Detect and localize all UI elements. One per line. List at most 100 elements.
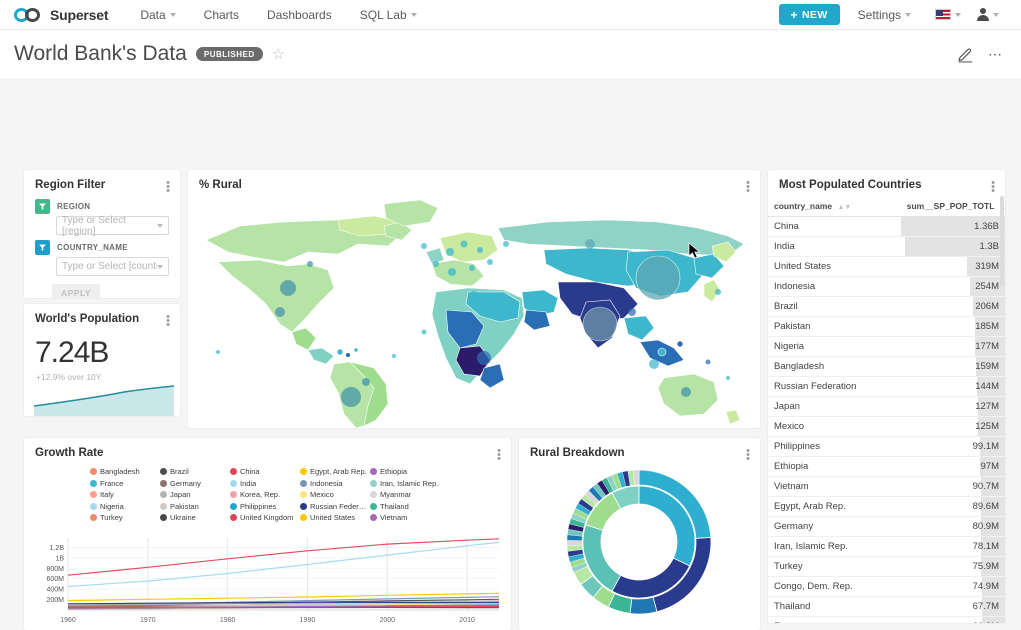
cell-country: Russian Federation [768, 376, 901, 397]
most-populated-countries-card: Most Populated Countries • • • country_nam… [768, 170, 1005, 623]
table-row[interactable]: Japan 127M [768, 396, 1005, 417]
svg-text:600M: 600M [46, 576, 64, 583]
legend-item[interactable]: Vietnam [370, 513, 440, 522]
country-select-input[interactable]: Type or Select [country_name] [56, 257, 169, 276]
table-row[interactable]: China 1.36B [768, 216, 1005, 237]
cell-country: Germany [768, 516, 901, 537]
table-row[interactable]: Philippines 99.1M [768, 436, 1005, 457]
legend-item[interactable]: Indonesia [300, 479, 370, 488]
table-row[interactable]: Bangladesh 159M [768, 356, 1005, 377]
svg-text:1980: 1980 [220, 617, 236, 624]
table-row[interactable]: Russian Federation 144M [768, 376, 1005, 397]
legend-item[interactable]: Mexico [300, 490, 370, 499]
growth-line-chart: 1960 1970 1980 1990 2000 2010 200M 400M 600M 800M… [46, 538, 500, 624]
table-scroll-area[interactable]: country_name ▲▼ sum__SP_POP_TOTL ▲▼ Chin… [768, 197, 1005, 623]
legend-item[interactable]: Egypt, Arab Rep. [300, 467, 370, 476]
pencil-edit-icon[interactable] [957, 46, 974, 63]
legend-item[interactable]: Ethiopia [370, 467, 440, 476]
table-row[interactable]: Congo, Dem. Rep. 74.9M [768, 576, 1005, 597]
chevron-down-icon [157, 223, 163, 228]
cell-country: Vietnam [768, 476, 901, 497]
legend-item[interactable]: Italy [90, 490, 160, 499]
cell-country: United States [768, 256, 901, 277]
superset-brand[interactable]: Superset [10, 7, 109, 23]
cell-value: 127M [975, 401, 999, 412]
card-menu-icon[interactable]: • • • [746, 446, 750, 465]
region-filter-card: Region Filter • • • REGION Type or Select … [24, 170, 180, 298]
table-row[interactable]: India 1.3B [768, 236, 1005, 257]
world-map[interactable] [188, 192, 760, 428]
legend-item[interactable]: Brazil [160, 467, 230, 476]
card-menu-icon[interactable]: • • • [166, 312, 170, 331]
table-row[interactable]: United States 319M [768, 256, 1005, 277]
card-header: Most Populated Countries • • • [768, 170, 1005, 197]
table-row[interactable]: France 66.2M [768, 616, 1005, 623]
superset-logo-icon [14, 7, 44, 22]
table-row[interactable]: Turkey 75.9M [768, 556, 1005, 577]
table-row[interactable]: Brazil 206M [768, 296, 1005, 317]
table-row[interactable]: Pakistan 185M [768, 316, 1005, 337]
table-row[interactable]: Germany 80.9M [768, 516, 1005, 537]
line-chart-area[interactable]: 1960 1970 1980 1990 2000 2010 200M 400M 600M 800M… [24, 534, 505, 626]
legend-item[interactable]: United States [300, 513, 370, 522]
nav-item-charts[interactable]: Charts [190, 0, 253, 30]
nav-item-sql-lab[interactable]: SQL Lab [346, 0, 431, 30]
table-row[interactable]: Thailand 67.7M [768, 596, 1005, 617]
legend-item[interactable]: Bangladesh [90, 467, 160, 476]
card-menu-icon[interactable]: • • • [166, 178, 170, 197]
table-row[interactable]: Mexico 125M [768, 416, 1005, 437]
legend-color-dot [230, 502, 237, 510]
cell-population: 99.1M [900, 436, 1005, 457]
table-scrollbar[interactable] [1000, 196, 1004, 286]
legend-item[interactable]: Japan [160, 490, 230, 499]
legend-item[interactable]: Iran, Islamic Rep. [370, 479, 440, 488]
filter-country-row: COUNTRY_NAME [24, 238, 180, 255]
legend-item[interactable]: China [230, 467, 300, 476]
legend-item[interactable]: Germany [160, 479, 230, 488]
card-menu-icon[interactable]: • • • [497, 446, 501, 465]
card-menu-icon[interactable]: • • • [746, 178, 750, 197]
table-row[interactable]: Ethiopia 97M [768, 456, 1005, 477]
table-row[interactable]: Egypt, Arab Rep. 89.6M [768, 496, 1005, 517]
user-menu[interactable] [971, 0, 1005, 30]
more-horizontal-icon[interactable]: ⋯ [988, 47, 1003, 61]
table-row[interactable]: Nigeria 177M [768, 336, 1005, 357]
legend-item[interactable]: Philippines [230, 502, 300, 511]
legend-item[interactable]: Pakistan [160, 502, 230, 511]
legend-item[interactable]: Russian Federation [300, 502, 370, 511]
legend-label: Pakistan [170, 501, 199, 511]
legend-item[interactable]: Myanmar [370, 490, 440, 499]
legend-item[interactable]: United Kingdom [230, 513, 300, 522]
legend-label: United States [310, 513, 356, 522]
cell-value: 1.36B [974, 221, 999, 232]
new-button[interactable]: + NEW [778, 4, 840, 25]
apply-filter-button[interactable]: APPLY [52, 284, 101, 298]
svg-text:2000: 2000 [379, 617, 395, 624]
card-menu-icon[interactable]: • • • [991, 178, 995, 197]
language-selector[interactable] [929, 0, 967, 30]
dashboard-grid: Region Filter • • • REGION Type or Select … [0, 78, 1021, 630]
legend-item[interactable]: Ukraine [160, 513, 230, 522]
col-population[interactable]: sum__SP_POP_TOTL ▲▼ [900, 197, 1005, 217]
nav-item-dashboards[interactable]: Dashboards [253, 0, 346, 30]
legend-item[interactable]: Turkey [90, 513, 160, 522]
sunburst-chart[interactable] [519, 462, 760, 627]
legend-item[interactable]: Thailand [370, 502, 440, 511]
legend-item[interactable]: France [90, 479, 160, 488]
table-row[interactable]: Indonesia 254M [768, 276, 1005, 297]
table-row[interactable]: Iran, Islamic Rep. 78.1M [768, 536, 1005, 557]
col-country-name[interactable]: country_name ▲▼ [768, 197, 901, 217]
region-select-input[interactable]: Type or Select [region] [56, 215, 169, 237]
user-avatar-icon [977, 8, 989, 21]
nav-item-data[interactable]: Data [126, 0, 189, 30]
svg-text:200M: 200M [46, 597, 64, 604]
card-title: Rural Breakdown [530, 447, 625, 459]
legend-label: Russian Federation [310, 501, 370, 511]
legend-item[interactable]: India [230, 479, 300, 488]
table-row[interactable]: Vietnam 90.7M [768, 476, 1005, 497]
nav-item-settings[interactable]: Settings [844, 0, 925, 30]
star-outline-icon[interactable]: ☆ [272, 45, 285, 63]
legend-item[interactable]: Korea, Rep. [230, 490, 300, 499]
legend-item[interactable]: Nigeria [90, 502, 160, 511]
cell-country: Philippines [768, 436, 901, 457]
